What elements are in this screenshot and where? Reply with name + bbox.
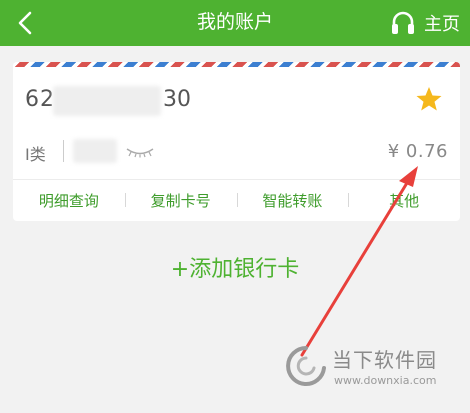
- copy-card-number-button[interactable]: 复制卡号: [124, 190, 237, 211]
- details-query-button[interactable]: 明细查询: [13, 190, 125, 211]
- headphones-icon: [392, 11, 414, 34]
- smart-transfer-button[interactable]: 智能转账: [236, 190, 349, 211]
- home-label: 主页: [424, 14, 460, 35]
- eye-closed-icon[interactable]: [125, 146, 155, 158]
- add-bank-card-button[interactable]: +添加银行卡: [0, 251, 470, 283]
- watermark-name: 当下软件园: [332, 348, 437, 372]
- card-number-mask: [53, 86, 161, 116]
- card-actions: 明细查询 复制卡号 智能转账 其他: [13, 180, 460, 221]
- watermark-logo-icon: [286, 346, 326, 386]
- balance-amount: ¥ 0.76: [387, 141, 448, 162]
- other-button[interactable]: 其他: [348, 190, 460, 211]
- airmail-border: [13, 62, 460, 67]
- star-icon[interactable]: [414, 84, 444, 114]
- home-button[interactable]: 主页: [390, 6, 460, 40]
- top-nav-bar: 我的账户 主页: [0, 0, 470, 46]
- card-number-prefix: 62: [25, 87, 55, 112]
- type-separator: [63, 140, 64, 162]
- bank-card[interactable]: 62 30 I类 ¥ 0.76 明细查询 复制卡号 智能转账 其他: [13, 62, 460, 221]
- watermark-url: www.downxia.com: [334, 374, 437, 387]
- card-type-label: I类: [25, 145, 46, 164]
- card-holder-mask: [73, 139, 117, 163]
- card-number-suffix: 30: [163, 87, 191, 112]
